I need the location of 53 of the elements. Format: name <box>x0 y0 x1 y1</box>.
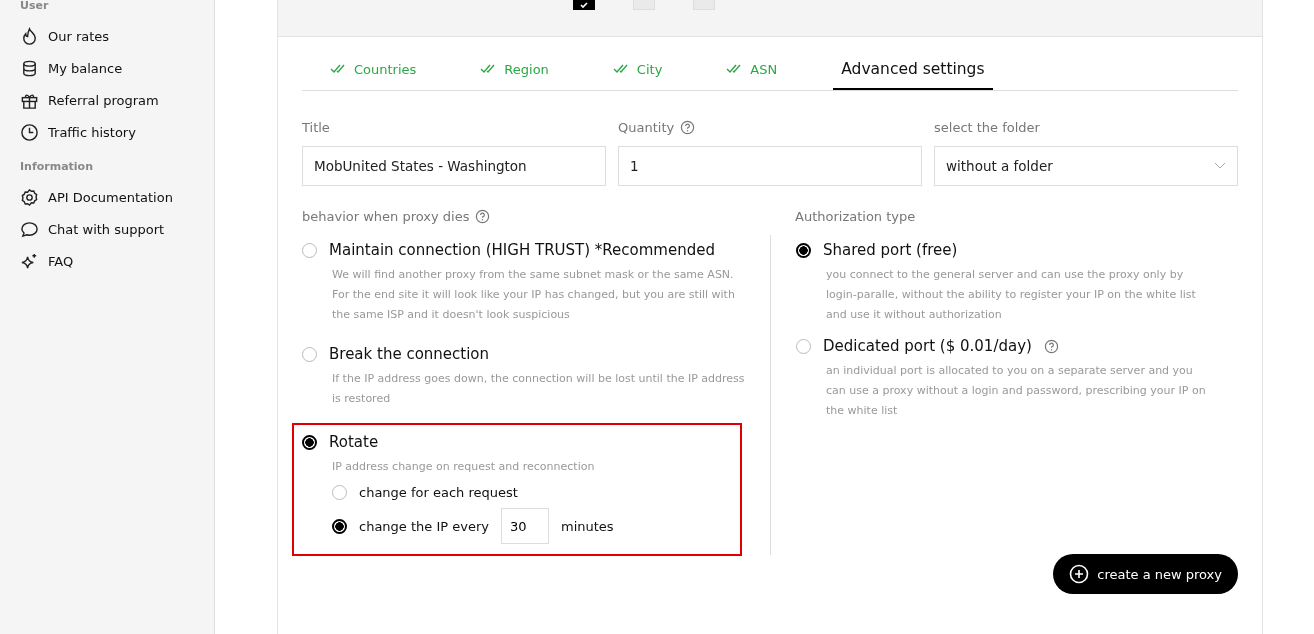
option-title: Dedicated port ($ 0.01/day) <box>823 337 1032 355</box>
section-label: Authorization type <box>795 208 916 224</box>
folder-select[interactable]: without a folder <box>934 146 1238 186</box>
radio-button[interactable] <box>796 338 811 354</box>
sidebar-item[interactable]: FAQ <box>20 245 214 277</box>
radio-button[interactable] <box>332 518 347 534</box>
sidebar-item[interactable]: My balance <box>20 52 214 84</box>
help-icon[interactable] <box>1043 338 1059 354</box>
chat-icon <box>20 219 39 239</box>
option-title: Shared port (free) <box>823 241 958 259</box>
tab[interactable]: Advanced settings <box>833 51 993 90</box>
option-description: an individual port is allocated to you on a separate server and you can use a proxy without a login and password, prescribing your IP on the white list <box>826 363 1206 419</box>
option-title: Maintain connection (HIGH TRUST) *Recommended <box>329 241 715 259</box>
option-description: you connect to the general server and can use the proxy only by login-paralle, without the ability to register your IP on the white list and use it without authorization <box>826 267 1197 323</box>
sidebar-item[interactable]: Traffic history <box>20 116 214 148</box>
radio-button[interactable] <box>302 346 317 362</box>
unit-label: minutes <box>561 518 614 534</box>
input-field[interactable]: MobUnited States - Washington <box>302 146 606 186</box>
help-icon[interactable] <box>680 119 696 135</box>
section-heading: Information <box>20 160 94 173</box>
option-title: Rotate <box>329 433 379 451</box>
sparkle-icon <box>20 251 39 271</box>
option-label: change the IP every <box>359 518 489 534</box>
option-description: We will find another proxy from the same subnet mask or the same ASN. For the end site it will look like your IP has changed, but you are still with the same ISP and it doesn't look suspicious <box>332 267 736 323</box>
checkbox[interactable] <box>573 0 595 10</box>
radio-button[interactable] <box>302 434 317 450</box>
option-description: If the IP address goes down, the connection will be lost until the IP address is restored <box>332 371 746 407</box>
field-label: Title <box>302 119 330 135</box>
check-icon <box>579 0 589 10</box>
minutes-field[interactable]: 30 <box>501 508 549 544</box>
sidebar-item[interactable]: Chat with support <box>20 213 214 245</box>
radio-button[interactable] <box>796 242 811 258</box>
option-label: change for each request <box>359 485 518 500</box>
section-heading: User <box>20 0 50 12</box>
radio-button[interactable] <box>302 242 317 258</box>
database-icon <box>20 58 39 78</box>
field-label: select the folder <box>934 119 1040 135</box>
flame-icon <box>20 26 39 46</box>
section-label: behavior when proxy dies <box>302 208 470 224</box>
help-icon[interactable] <box>475 208 491 224</box>
input-field[interactable]: 1 <box>618 146 922 186</box>
chevron-down-icon <box>1214 162 1226 170</box>
field-label: Quantity <box>618 119 675 135</box>
radio-button[interactable] <box>332 485 347 500</box>
sidebar-item[interactable]: Referral program <box>20 84 214 116</box>
option-title: Break the connection <box>329 345 490 363</box>
option-description: IP address change on request and reconnection <box>332 459 596 475</box>
gear-icon <box>20 187 39 207</box>
sidebar-item[interactable]: Our rates <box>20 20 214 52</box>
create-proxy-button[interactable]: create a new proxy <box>1053 554 1238 594</box>
plus-circle-icon <box>1069 564 1090 584</box>
clock-icon <box>20 122 39 142</box>
sidebar-item[interactable]: API Documentation <box>20 181 214 213</box>
